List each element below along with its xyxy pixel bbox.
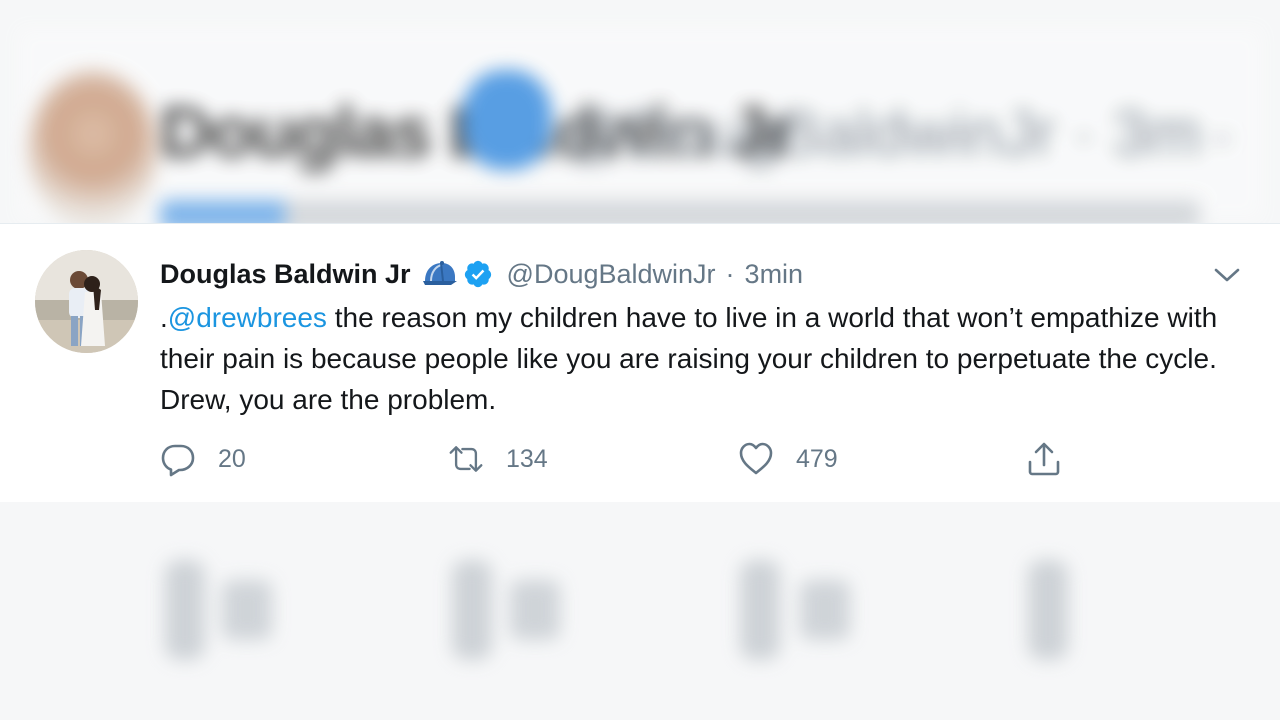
tweet-text-prefix: . <box>160 302 168 333</box>
reply-button[interactable]: 20 <box>160 439 246 479</box>
blurred-share-icon <box>1028 560 1068 660</box>
separator-dot: · <box>725 258 735 289</box>
blurred-retweet-count <box>510 580 560 640</box>
like-count: 479 <box>796 444 838 473</box>
blurred-retweet-icon <box>452 560 492 660</box>
like-button[interactable]: 479 <box>738 439 838 479</box>
blurred-reply-count <box>222 580 272 640</box>
avatar[interactable] <box>35 250 138 353</box>
blurred-avatar <box>28 70 158 230</box>
author-name[interactable]: Douglas Baldwin Jr <box>160 259 411 290</box>
tweet-timestamp[interactable]: 3min <box>745 259 804 290</box>
tweet-card[interactable]: Douglas Baldwin Jr @DougBaldwinJr · 3min <box>0 223 1280 502</box>
tweet-header: Douglas Baldwin Jr @DougBaldwinJr · 3min <box>160 254 803 294</box>
chevron-down-icon[interactable] <box>1210 260 1244 290</box>
blurred-badge-icon <box>462 70 552 170</box>
heart-icon <box>738 441 774 477</box>
screenshot-stage: Douglas Baldwin Jr @DougBaldwinJr · 3m ⌄ <box>0 0 1280 720</box>
retweet-count: 134 <box>506 444 548 473</box>
reply-icon <box>160 441 196 477</box>
share-button[interactable] <box>1026 439 1062 479</box>
reply-count: 20 <box>218 444 246 473</box>
tweet-actions: 20 134 479 <box>160 439 1120 479</box>
verified-badge-icon <box>463 259 493 289</box>
retweet-button[interactable]: 134 <box>448 439 548 479</box>
blurred-reply-icon <box>165 560 205 660</box>
baseball-cap-icon <box>421 259 459 289</box>
blurred-heart-icon <box>740 560 780 660</box>
blurred-like-count <box>800 580 850 640</box>
blurred-chevron-icon: ⌄ <box>1205 109 1239 153</box>
blurred-handle: @DougBaldwinJr · 3m <box>560 97 1202 169</box>
mention-link[interactable]: @drewbrees <box>168 302 327 333</box>
tweet-text: .@drewbrees the reason my children have … <box>160 297 1240 420</box>
author-handle[interactable]: @DougBaldwinJr <box>507 259 716 290</box>
share-icon <box>1026 441 1062 477</box>
retweet-icon <box>448 441 484 477</box>
